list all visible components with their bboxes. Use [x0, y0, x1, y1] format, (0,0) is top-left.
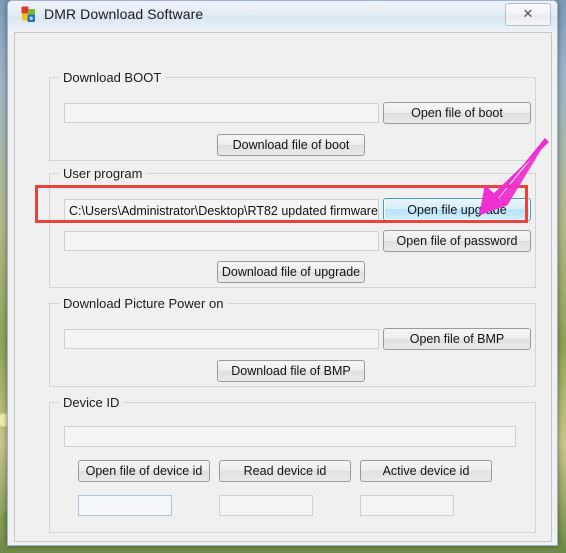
open-file-of-bmp-button[interactable]: Open file of BMP: [383, 328, 531, 350]
picture-path-input[interactable]: [64, 329, 379, 349]
open-file-upgrade-button[interactable]: Open file upgrade: [383, 198, 531, 221]
group-device-id: Device ID Open file of device id Read de…: [49, 395, 536, 533]
open-file-of-device-id-button[interactable]: Open file of device id: [78, 460, 210, 482]
boot-path-input[interactable]: [64, 103, 379, 123]
title-bar: DMR Download Software ✕: [8, 1, 557, 30]
dmr-download-software-window: DMR Download Software ✕ Download BOOT Op…: [7, 0, 558, 546]
user-program-password-input[interactable]: [64, 231, 379, 251]
group-user-program: User program C:\Users\Administrator\Desk…: [49, 166, 536, 288]
download-file-of-boot-button[interactable]: Download file of boot: [217, 134, 365, 156]
device-id-field-1[interactable]: [78, 495, 172, 516]
close-button[interactable]: ✕: [505, 3, 551, 26]
screenshot-root: DMR Download Software ✕ Download BOOT Op…: [0, 0, 566, 553]
group-label-download-boot: Download BOOT: [59, 70, 166, 85]
open-file-of-password-button[interactable]: Open file of password: [383, 230, 531, 252]
open-file-of-boot-button[interactable]: Open file of boot: [383, 102, 531, 124]
group-download-picture-power-on: Download Picture Power on Open file of B…: [49, 296, 536, 387]
device-id-path-input[interactable]: [64, 426, 516, 447]
group-download-boot: Download BOOT Open file of boot Download…: [49, 70, 536, 161]
group-label-download-picture-power-on: Download Picture Power on: [59, 296, 228, 311]
device-id-field-3[interactable]: [360, 495, 454, 516]
group-label-device-id: Device ID: [59, 395, 124, 410]
download-file-of-upgrade-button[interactable]: Download file of upgrade: [217, 261, 365, 283]
group-label-user-program: User program: [59, 166, 147, 181]
download-file-of-bmp-button[interactable]: Download file of BMP: [217, 360, 365, 382]
device-id-field-2[interactable]: [219, 495, 313, 516]
client-area: Download BOOT Open file of boot Download…: [14, 32, 552, 542]
active-device-id-button[interactable]: Active device id: [360, 460, 492, 482]
app-blocks-icon: [21, 6, 35, 22]
close-icon: ✕: [522, 7, 534, 22]
user-program-path-input[interactable]: C:\Users\Administrator\Desktop\RT82 upda…: [64, 199, 379, 221]
read-device-id-button[interactable]: Read device id: [219, 460, 351, 482]
window-title: DMR Download Software: [44, 6, 204, 22]
